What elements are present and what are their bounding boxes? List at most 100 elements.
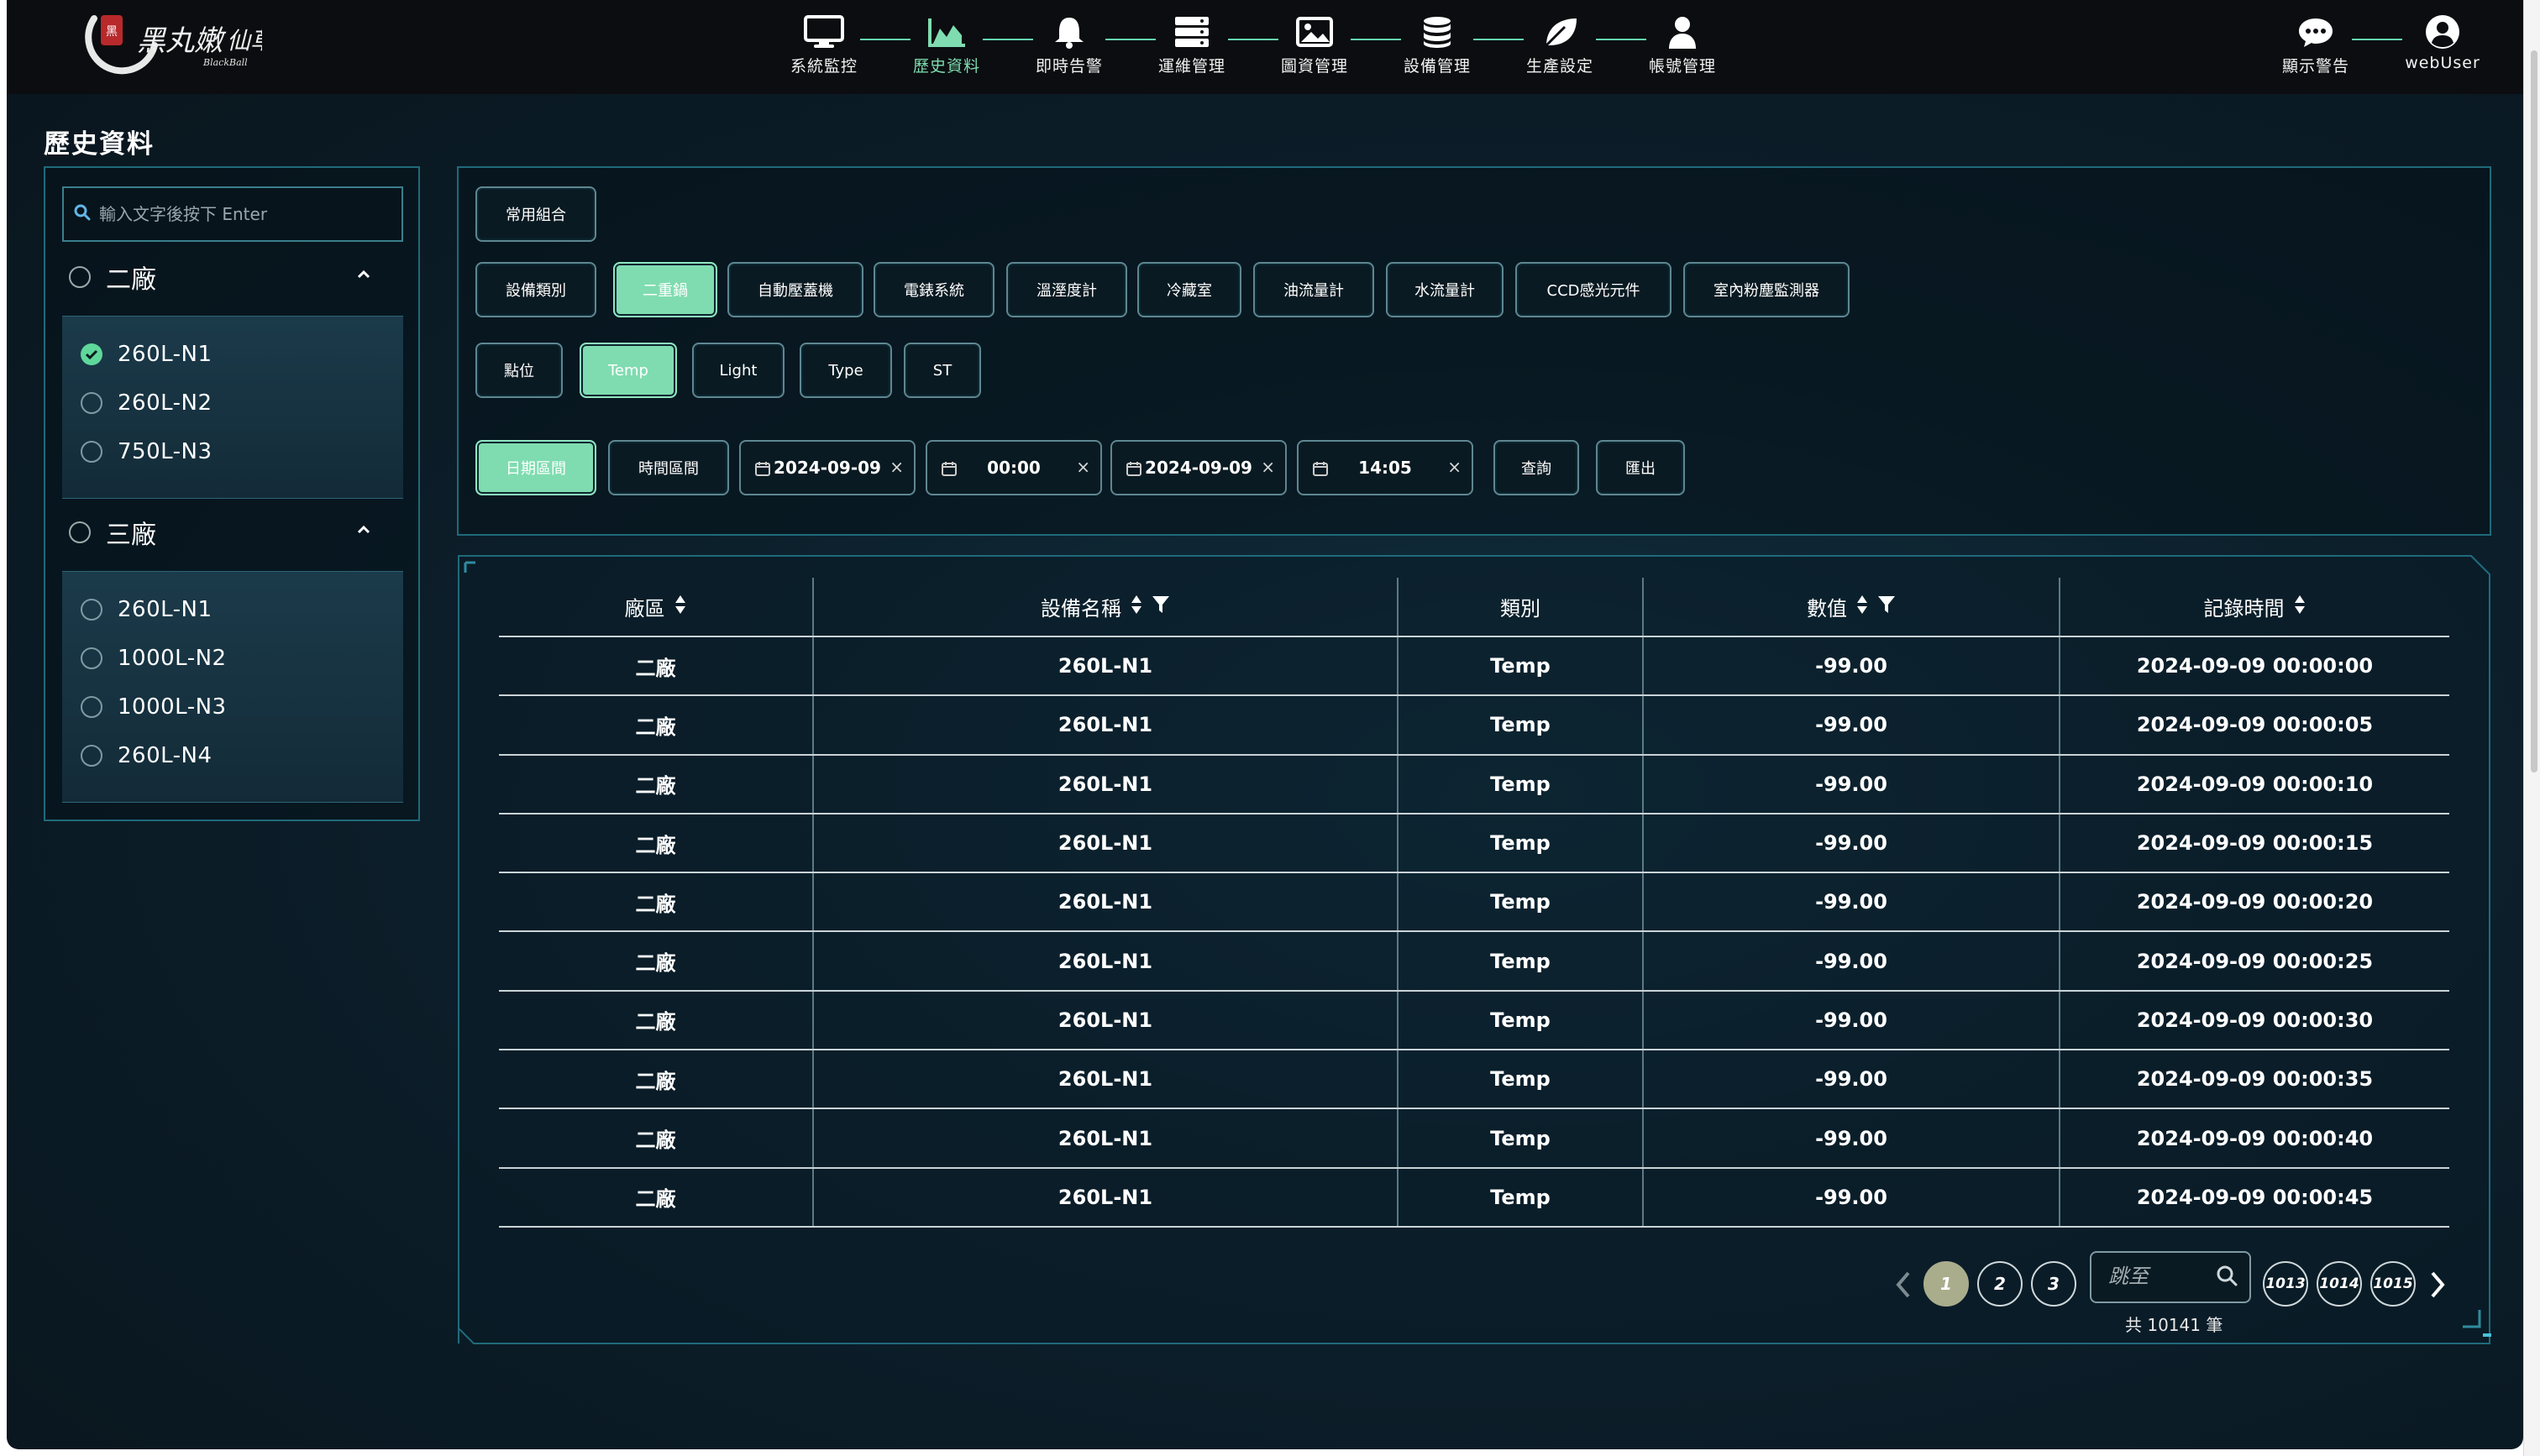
sort-icon[interactable] xyxy=(1855,594,1869,621)
device-type-chip-cold-room[interactable]: 冷藏室 xyxy=(1137,262,1241,317)
chevron-up-icon[interactable] xyxy=(354,521,373,542)
sort-icon[interactable] xyxy=(674,594,687,621)
common-combo-button[interactable]: 常用組合 xyxy=(475,186,596,242)
filter-icon[interactable] xyxy=(1877,594,1896,620)
sort-icon[interactable] xyxy=(1130,594,1143,621)
scrollbar[interactable] xyxy=(2531,50,2537,773)
table-row[interactable]: 二廠 260L-N1 Temp -99.00 2024-09-09 00:00:30 xyxy=(499,990,2449,1051)
tree-item-1000l-n3[interactable]: 1000L-N3 xyxy=(81,693,227,721)
show-alerts-button[interactable]: 顯示警告 xyxy=(2280,13,2352,76)
user-menu-button[interactable]: webUser xyxy=(2402,13,2483,72)
item-radio[interactable] xyxy=(81,392,102,414)
nav-item-production-settings[interactable]: 生產設定 xyxy=(1524,13,1596,76)
nav-item-operations[interactable]: 運維管理 xyxy=(1156,13,1228,76)
page-button-3[interactable]: 3 xyxy=(2031,1261,2076,1307)
tree-item-260l-n4[interactable]: 260L-N4 xyxy=(81,741,213,770)
nav-item-system-monitor[interactable]: 系統監控 xyxy=(788,13,860,76)
table-row[interactable]: 二廠 260L-N1 Temp -99.00 2024-09-09 00:00:40 xyxy=(499,1108,2449,1169)
search-icon[interactable] xyxy=(2216,1265,2238,1290)
device-type-chip-meter[interactable]: 電錶系統 xyxy=(874,262,994,317)
table-row[interactable]: 二廠 260L-N1 Temp -99.00 2024-09-09 00:00:00 xyxy=(499,636,2449,697)
group-radio[interactable] xyxy=(69,521,91,543)
page-button-1[interactable]: 1 xyxy=(1923,1261,1969,1307)
page-button-1014[interactable]: 1014 xyxy=(2317,1261,2362,1307)
group-radio[interactable] xyxy=(69,266,91,288)
sort-icon[interactable] xyxy=(2293,594,2306,621)
start-date-field[interactable]: 2024-09-09 × xyxy=(739,440,916,495)
tree-item-260l-n2[interactable]: 260L-N2 xyxy=(81,389,213,417)
query-button[interactable]: 查詢 xyxy=(1493,440,1579,495)
jump-to-page-input[interactable] xyxy=(2108,1265,2209,1288)
nav-label: 設備管理 xyxy=(1403,57,1471,76)
end-time-field[interactable]: 14:05 × xyxy=(1297,440,1473,495)
table-row[interactable]: 二廠 260L-N1 Temp -99.00 2024-09-09 00:00:15 xyxy=(499,813,2449,874)
column-header-record-time[interactable]: 記錄時間 xyxy=(2060,578,2449,637)
point-chip-light[interactable]: Light xyxy=(692,343,785,398)
brand-logo[interactable]: 黑 黑丸嫩 仙草 BlackBall xyxy=(77,7,277,87)
export-button[interactable]: 匯出 xyxy=(1596,440,1685,495)
item-radio[interactable] xyxy=(81,745,102,767)
table-row[interactable]: 二廠 260L-N1 Temp -99.00 2024-09-09 00:00:10 xyxy=(499,754,2449,814)
time-range-tab[interactable]: 時間區間 xyxy=(608,440,729,495)
end-date-field[interactable]: 2024-09-09 × xyxy=(1110,440,1287,495)
tree-item-260l-n1[interactable]: 260L-N1 xyxy=(81,340,213,369)
cell-device-name: 260L-N1 xyxy=(813,1108,1399,1169)
table-row[interactable]: 二廠 260L-N1 Temp -99.00 2024-09-09 00:00:05 xyxy=(499,695,2449,756)
device-type-chip-ccd[interactable]: CCD感光元件 xyxy=(1515,262,1671,317)
nav-item-device-management[interactable]: 設備管理 xyxy=(1401,13,1473,76)
table-row[interactable]: 二廠 260L-N1 Temp -99.00 2024-09-09 00:00:35 xyxy=(499,1050,2449,1110)
checked-circle-icon[interactable] xyxy=(81,343,102,365)
cell-value: -99.00 xyxy=(1643,1108,2060,1169)
clear-icon[interactable]: × xyxy=(1447,457,1462,477)
clear-icon[interactable]: × xyxy=(890,457,904,477)
nav-item-realtime-alarm[interactable]: 即時告警 xyxy=(1033,13,1105,76)
item-radio[interactable] xyxy=(81,696,102,718)
tree-item-750l-n3[interactable]: 750L-N3 xyxy=(81,437,213,466)
device-type-chip-hygrometer[interactable]: 溫溼度計 xyxy=(1006,262,1127,317)
table-row[interactable]: 二廠 260L-N1 Temp -99.00 2024-09-09 00:00:45 xyxy=(499,1167,2449,1228)
nav-item-map-assets[interactable]: 圖資管理 xyxy=(1278,13,1351,76)
date-range-tab[interactable]: 日期區間 xyxy=(475,440,596,495)
group-name: 二廠 xyxy=(106,265,156,295)
cell-plant: 二廠 xyxy=(499,1050,814,1110)
device-type-chip-water-flowmeter[interactable]: 水流量計 xyxy=(1386,262,1504,317)
leaf-icon xyxy=(1538,13,1582,50)
table-header-row: 廠區 設備名稱 類別 數值 記錄時間 xyxy=(499,578,2449,637)
nav-item-account-management[interactable]: 帳號管理 xyxy=(1646,13,1719,76)
nav-item-history[interactable]: 歷史資料 xyxy=(911,13,983,76)
table-row[interactable]: 二廠 260L-N1 Temp -99.00 2024-09-09 00:00:20 xyxy=(499,872,2449,933)
cell-value: -99.00 xyxy=(1643,990,2060,1051)
column-header-value[interactable]: 數值 xyxy=(1643,578,2060,637)
column-header-plant[interactable]: 廠區 xyxy=(499,578,814,637)
tree-search-input[interactable] xyxy=(99,204,401,224)
clear-icon[interactable]: × xyxy=(1261,457,1275,477)
table-row[interactable]: 二廠 260L-N1 Temp -99.00 2024-09-09 00:00:25 xyxy=(499,931,2449,992)
column-header-device-name[interactable]: 設備名稱 xyxy=(813,578,1399,637)
page-button-2[interactable]: 2 xyxy=(1977,1261,2023,1307)
start-time-field[interactable]: 00:00 × xyxy=(926,440,1102,495)
item-radio[interactable] xyxy=(81,647,102,669)
chevron-left-icon[interactable] xyxy=(1893,1270,1913,1303)
page-button-1013[interactable]: 1013 xyxy=(2263,1261,2308,1307)
filter-icon[interactable] xyxy=(1152,594,1170,620)
point-chip-st[interactable]: ST xyxy=(904,343,981,398)
group-header-plant-3[interactable]: 三廠 xyxy=(69,516,396,550)
page-button-1015[interactable]: 1015 xyxy=(2370,1261,2416,1307)
chevron-up-icon[interactable] xyxy=(354,265,373,287)
tree-item-1000l-n2[interactable]: 1000L-N2 xyxy=(81,644,227,673)
device-type-chip-oil-flowmeter[interactable]: 油流量計 xyxy=(1253,262,1374,317)
point-chip-type[interactable]: Type xyxy=(800,343,892,398)
item-radio[interactable] xyxy=(81,599,102,621)
device-type-chip-double-pot[interactable]: 二重鍋 xyxy=(613,262,717,317)
chevron-right-icon[interactable] xyxy=(2427,1270,2448,1303)
item-radio[interactable] xyxy=(81,441,102,463)
device-type-chip-dust-monitor[interactable]: 室內粉塵監測器 xyxy=(1683,262,1850,317)
cell-device-name: 260L-N1 xyxy=(813,754,1399,814)
end-date-value: 2024-09-09 xyxy=(1145,458,1252,478)
clear-icon[interactable]: × xyxy=(1076,457,1090,477)
device-type-chip-auto-capper[interactable]: 自動壓蓋機 xyxy=(727,262,863,317)
group-header-plant-2[interactable]: 二廠 xyxy=(69,260,396,295)
column-header-label: 類別 xyxy=(1500,597,1540,621)
point-chip-temp[interactable]: Temp xyxy=(580,343,677,398)
tree-item-260l-n1[interactable]: 260L-N1 xyxy=(81,595,213,624)
